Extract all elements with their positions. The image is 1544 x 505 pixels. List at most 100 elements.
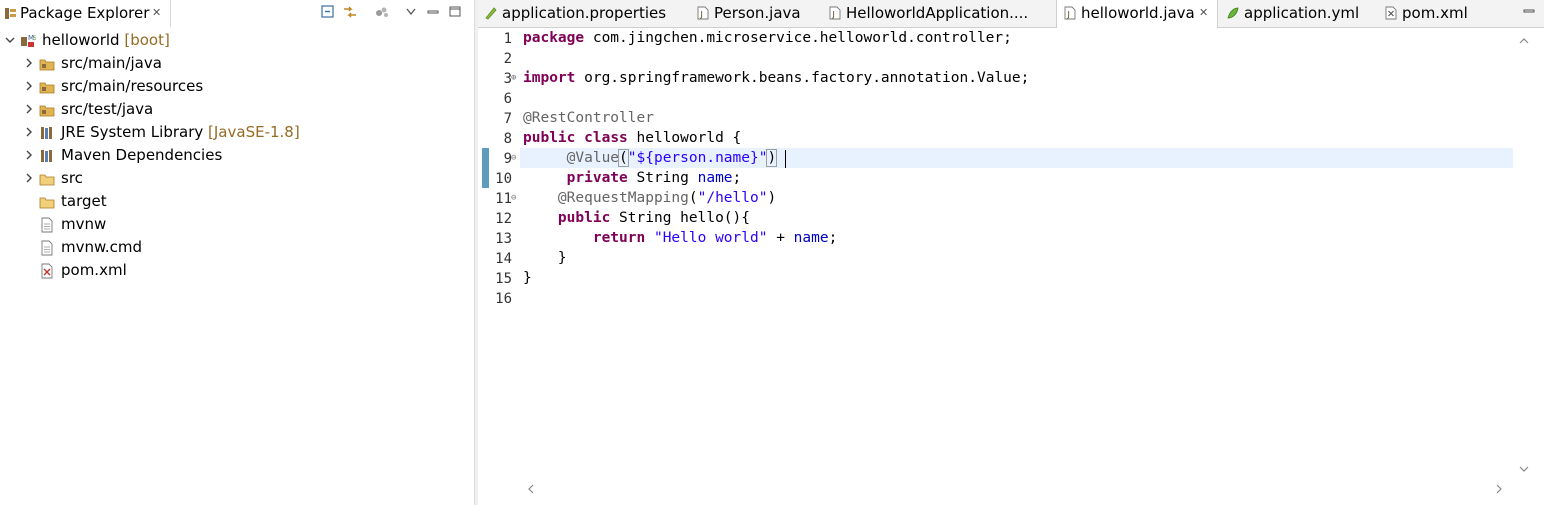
- line-number: 16: [495, 291, 512, 307]
- tree-item-label: mvnw.cmd: [61, 238, 143, 256]
- file-icon: [41, 240, 53, 256]
- tree-item-label: Maven Dependencies: [61, 146, 223, 164]
- tree-item-maven-dependencies[interactable]: Maven Dependencies: [0, 145, 474, 167]
- code-line-method-close: }: [523, 250, 567, 266]
- tree-item-jre-system-library[interactable]: JRE System Library [JavaSE-1.8]: [0, 122, 474, 144]
- scroll-left-icon[interactable]: [526, 484, 536, 494]
- tab-application-properties[interactable]: application.properties: [478, 0, 686, 27]
- tab-helloworldapplication[interactable]: J HelloworldApplication....: [822, 0, 1050, 27]
- expand-fold-icon[interactable]: ⊕: [511, 73, 516, 83]
- yml-file-icon: [1227, 7, 1239, 19]
- code-editor[interactable]: 1 2 3 ⊕ 6 7 8 9 ⊖ 10 11 ⊖ 12 13 14 15 16 pa…: [478, 28, 1544, 505]
- tree-item-helloworld[interactable]: M S helloworld [boot]: [0, 30, 474, 52]
- line-number: 2: [503, 51, 512, 67]
- tree-item-label: mvnw: [61, 215, 107, 233]
- close-tab-icon[interactable]: ✕: [1199, 6, 1208, 19]
- chevron-down-icon[interactable]: [4, 34, 16, 46]
- tab-person-java[interactable]: J Person.java: [690, 0, 820, 27]
- maximize-icon[interactable]: [447, 4, 463, 20]
- tree-item-decoration: [boot]: [124, 31, 170, 49]
- chevron-right-icon[interactable]: [23, 149, 35, 161]
- java-file-icon: J: [1064, 6, 1076, 20]
- spring-project-icon: M S: [21, 34, 36, 47]
- chevron-right-icon[interactable]: [23, 80, 35, 92]
- code-line-class-decl: public class helloworld {: [523, 130, 742, 146]
- svg-text:J: J: [1067, 10, 1070, 19]
- link-with-editor-icon[interactable]: [342, 4, 358, 20]
- code-line-restcontroller: @RestController: [523, 110, 654, 126]
- editor-area: application.properties J Person.java J H…: [478, 0, 1544, 505]
- tree-item-label: JRE System Library: [61, 123, 204, 141]
- tab-application-yml[interactable]: application.yml: [1220, 0, 1370, 27]
- minimize-icon[interactable]: [425, 4, 441, 20]
- code-line-import: import org.springframework.beans.factory…: [523, 70, 1030, 86]
- minimize-editor-icon[interactable]: [1522, 4, 1536, 18]
- tab-helloworld-java[interactable]: J helloworld.java ✕: [1056, 0, 1218, 28]
- collapse-fold-icon[interactable]: ⊖: [511, 193, 516, 203]
- chevron-right-icon[interactable]: [23, 57, 35, 69]
- tree-item-label: src/main/resources: [61, 77, 204, 95]
- tab-label: HelloworldApplication....: [846, 4, 1029, 22]
- close-tab-icon[interactable]: ✕: [152, 6, 161, 19]
- tree-item-label: src: [61, 169, 83, 187]
- scroll-down-icon[interactable]: [1519, 464, 1529, 474]
- source-folder-icon: [39, 59, 55, 71]
- text-caret: [785, 150, 786, 168]
- tree-item-target[interactable]: target: [0, 191, 474, 213]
- tree-item-src-main-resources[interactable]: src/main/resources: [0, 76, 474, 98]
- tree-item-mvnw-cmd[interactable]: mvnw.cmd: [0, 237, 474, 259]
- library-icon: [41, 127, 52, 139]
- line-number: 15: [495, 271, 512, 287]
- package-explorer-icon: [5, 8, 16, 19]
- line-number: 13: [495, 231, 512, 247]
- tree-item-label: src/test/java: [61, 100, 154, 118]
- vertical-scrollbar[interactable]: [1514, 28, 1534, 483]
- code-line-return: return "Hello world" + name;: [592, 230, 838, 246]
- tree-item-label: pom.xml: [61, 261, 127, 279]
- tree-item-label: src/main/java: [61, 54, 162, 72]
- file-icon: [41, 217, 53, 233]
- scroll-right-icon[interactable]: [1494, 484, 1504, 494]
- tab-label: application.yml: [1244, 4, 1360, 22]
- folder-icon: [39, 197, 55, 209]
- java-file-icon: J: [697, 6, 709, 20]
- package-explorer-view: Package Explorer ✕ M S helloworld [boot]…: [0, 0, 474, 505]
- line-number: 11 ⊖: [495, 191, 517, 207]
- code-line-package: package com.jingchen.microservice.hellow…: [523, 30, 1012, 46]
- tab-pom-xml[interactable]: pom.xml: [1378, 0, 1488, 27]
- library-icon: [41, 150, 52, 162]
- line-number: 9 ⊖: [503, 151, 517, 167]
- chevron-right-icon[interactable]: [23, 126, 35, 138]
- tree-item-pom-xml[interactable]: pom.xml: [0, 260, 474, 282]
- chevron-right-icon[interactable]: [23, 103, 35, 115]
- view-menu-icon[interactable]: [403, 4, 419, 20]
- source-folder-icon: [39, 82, 55, 94]
- line-number: 1: [503, 31, 512, 47]
- source-folder-icon: [39, 105, 55, 117]
- tree-item-src-main-java[interactable]: src/main/java: [0, 53, 474, 75]
- scroll-up-icon[interactable]: [1519, 36, 1529, 46]
- line-number: 8: [503, 131, 512, 147]
- horizontal-scrollbar[interactable]: [520, 480, 1514, 498]
- tree-item-mvnw[interactable]: mvnw: [0, 214, 474, 236]
- line-number: 3 ⊕: [503, 71, 517, 87]
- package-explorer-title: Package Explorer: [20, 4, 150, 22]
- chevron-right-icon[interactable]: [23, 172, 35, 184]
- properties-file-icon: [485, 7, 497, 20]
- tree-item-decoration: [JavaSE-1.8]: [208, 123, 300, 141]
- svg-text:J: J: [700, 10, 703, 19]
- tab-label: pom.xml: [1402, 4, 1468, 22]
- svg-text:J: J: [832, 10, 835, 19]
- collapse-fold-icon[interactable]: ⊖: [511, 153, 516, 163]
- code-line-requestmapping: @RequestMapping("/hello"): [557, 190, 777, 206]
- code-line-class-close: }: [523, 270, 532, 286]
- tree-item-src[interactable]: src: [0, 168, 474, 190]
- line-number: 10: [495, 171, 512, 187]
- focus-on-active-task-icon[interactable]: [374, 4, 390, 20]
- line-number: 12: [495, 211, 512, 227]
- tree-item-src-test-java[interactable]: src/test/java: [0, 99, 474, 121]
- line-number: 7: [503, 111, 512, 127]
- collapse-all-icon[interactable]: [320, 4, 336, 20]
- tree-item-label: target: [61, 192, 107, 210]
- package-explorer-tab[interactable]: Package Explorer ✕: [0, 0, 171, 27]
